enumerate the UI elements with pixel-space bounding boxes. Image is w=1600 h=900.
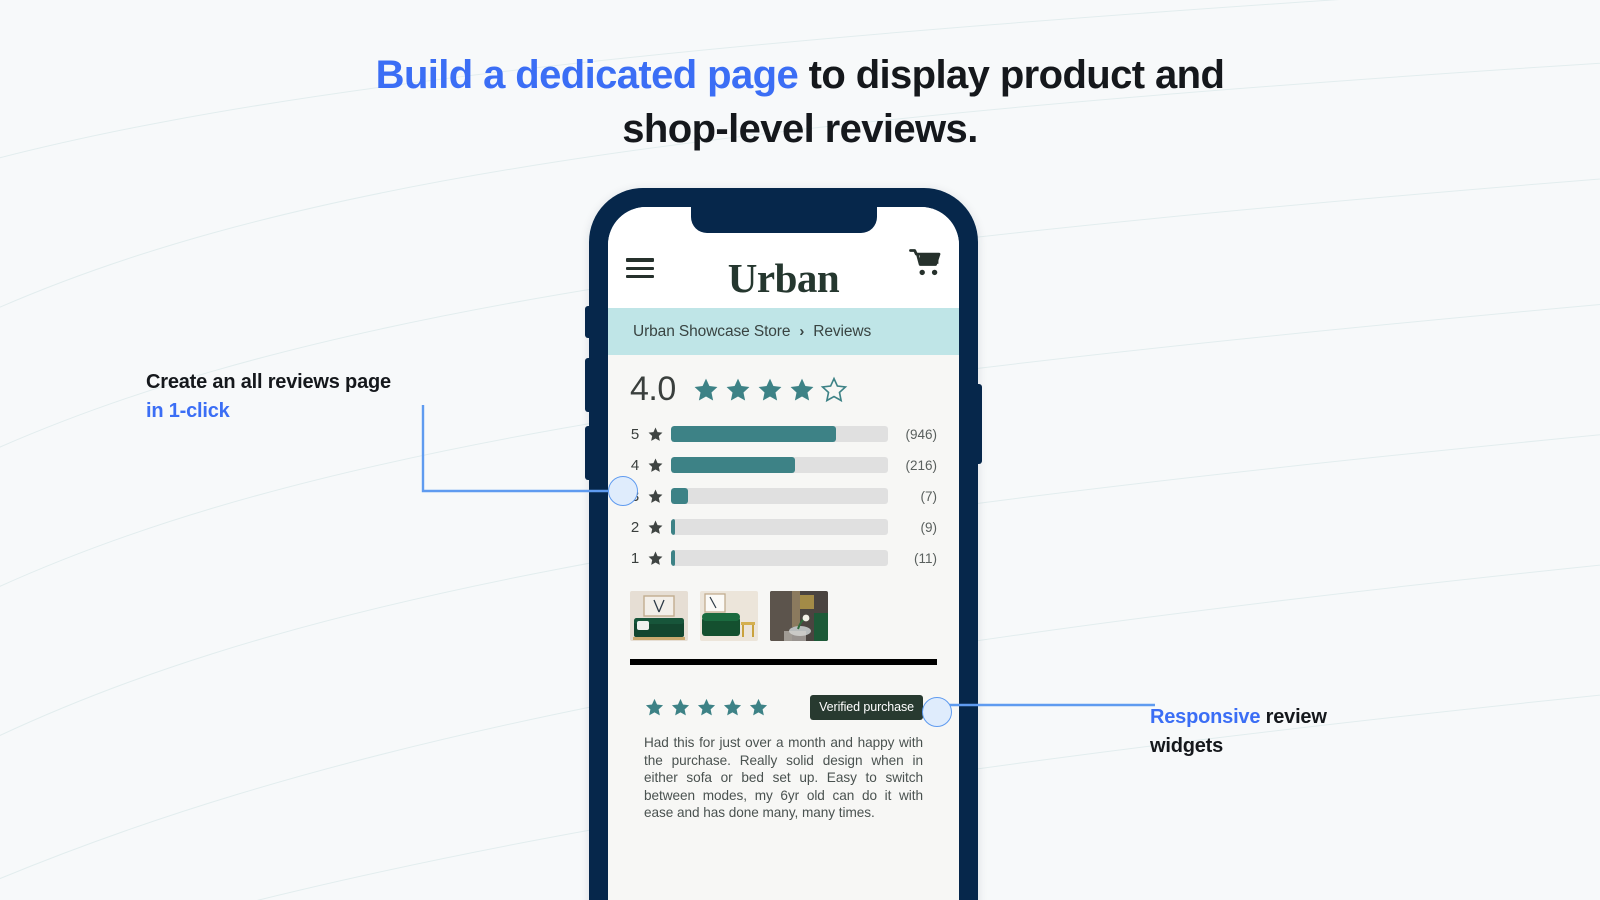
review-photo-thumbnails xyxy=(608,571,959,659)
rating-distribution-bars: 5 (946) 4 (216) 3(7) 2 (9) 1 (11) xyxy=(630,421,937,571)
rating-bar-row[interactable]: 4 (216) xyxy=(630,452,937,478)
star-filled-icon xyxy=(790,378,814,400)
breadcrumb: Urban Showcase Store › Reviews xyxy=(608,308,959,355)
rating-bar-star-count: 4 xyxy=(630,456,640,474)
headline-rest: to display product and xyxy=(798,53,1225,97)
headline-accent: Build a dedicated page xyxy=(375,53,799,97)
shopping-cart-icon[interactable] xyxy=(909,249,941,282)
breadcrumb-store-link[interactable]: Urban Showcase Store xyxy=(633,323,790,341)
star-filled-icon xyxy=(697,698,716,716)
rating-bar-track xyxy=(671,550,888,566)
review-card-header: Verified purchase xyxy=(644,695,923,720)
rating-bar-fill xyxy=(671,519,676,535)
annotation-left: Create an all reviews page in 1-click xyxy=(146,368,476,426)
verified-purchase-badge: Verified purchase xyxy=(810,695,923,720)
rating-bar-fill xyxy=(671,550,676,566)
annotation-right-accent: Responsive xyxy=(1150,706,1261,728)
rating-summary: 4.0 5 (946) 4 (216) 3(7) 2 (9) 1 (11) xyxy=(608,355,959,571)
star-outline-icon xyxy=(820,376,848,402)
star-filled-icon xyxy=(726,378,750,400)
rating-bar-track xyxy=(671,426,888,442)
review-card: Verified purchase Had this for just over… xyxy=(626,679,941,842)
annotation-right-line2: widgets xyxy=(1150,735,1224,757)
rating-bar-track xyxy=(671,519,888,535)
rating-bar-count: (946) xyxy=(905,426,937,442)
star-filled-icon xyxy=(648,427,663,441)
overall-score: 4.0 xyxy=(630,370,676,408)
rating-bar-star-count: 2 xyxy=(630,518,640,536)
store-brand-logo: Urban xyxy=(727,255,840,301)
star-filled-icon xyxy=(671,698,690,716)
rating-bar-row[interactable]: 2 (9) xyxy=(630,514,937,540)
star-filled-icon xyxy=(648,458,663,472)
rating-bar-track xyxy=(671,488,888,504)
living-room-with-flowers-photo[interactable] xyxy=(770,591,828,641)
rating-bar-row[interactable]: 3(7) xyxy=(630,483,937,509)
green-sofa-with-side-table-photo[interactable] xyxy=(700,591,758,641)
rating-bar-row[interactable]: 1 (11) xyxy=(630,545,937,571)
star-filled-icon xyxy=(648,551,663,565)
rating-bar-row[interactable]: 5 (946) xyxy=(630,421,937,447)
chevron-right-icon: › xyxy=(799,323,805,340)
hamburger-line xyxy=(626,266,654,270)
green-sofa-with-framed-art-photo[interactable] xyxy=(630,591,688,641)
rating-bar-count: (11) xyxy=(913,550,937,566)
breadcrumb-current: Reviews xyxy=(813,322,872,340)
phone-volume-up-button xyxy=(585,358,590,412)
hamburger-icon[interactable] xyxy=(626,258,654,278)
rating-bar-fill xyxy=(671,457,795,473)
rating-bar-fill xyxy=(671,488,689,504)
phone-volume-down-button xyxy=(585,426,590,480)
phone-mute-switch xyxy=(585,306,590,338)
annotation-right-rest: review xyxy=(1260,706,1327,728)
rating-bar-count: (9) xyxy=(920,519,938,535)
overall-score-row: 4.0 xyxy=(630,370,937,409)
review-body-text: Had this for just over a month and happy… xyxy=(644,735,923,821)
star-filled-icon xyxy=(723,698,742,716)
headline-line2: shop-level reviews. xyxy=(622,107,978,151)
hamburger-line xyxy=(626,274,654,278)
star-filled-icon xyxy=(648,489,663,503)
connector-dot-left xyxy=(608,476,638,506)
phone-mockup: Urban Urban Showcase Store › Reviews 4.0 xyxy=(585,188,982,900)
rating-bar-count: (7) xyxy=(920,488,938,504)
star-filled-icon xyxy=(648,520,663,534)
review-star-rating xyxy=(644,697,769,718)
star-filled-icon xyxy=(645,698,664,716)
phone-screen: Urban Urban Showcase Store › Reviews 4.0 xyxy=(608,207,959,900)
connector-dot-right xyxy=(922,697,952,727)
hamburger-line xyxy=(626,258,654,262)
star-filled-icon xyxy=(694,378,718,400)
phone-power-button xyxy=(977,384,982,464)
annotation-left-line2: in 1-click xyxy=(146,400,230,422)
annotation-right: Responsive review widgets xyxy=(1150,703,1480,761)
section-divider xyxy=(630,659,937,665)
star-filled-icon xyxy=(749,698,768,716)
rating-bar-count: (216) xyxy=(905,457,937,473)
annotation-left-line1: Create an all reviews page xyxy=(146,371,391,393)
rating-bar-star-count: 1 xyxy=(630,549,640,567)
rating-bar-star-count: 5 xyxy=(630,425,640,443)
overall-star-rating xyxy=(692,376,848,404)
star-filled-icon xyxy=(758,378,782,400)
rating-bar-fill xyxy=(671,426,836,442)
page-headline: Build a dedicated page to display produc… xyxy=(0,48,1600,156)
rating-bar-track xyxy=(671,457,888,473)
phone-notch xyxy=(690,207,877,233)
